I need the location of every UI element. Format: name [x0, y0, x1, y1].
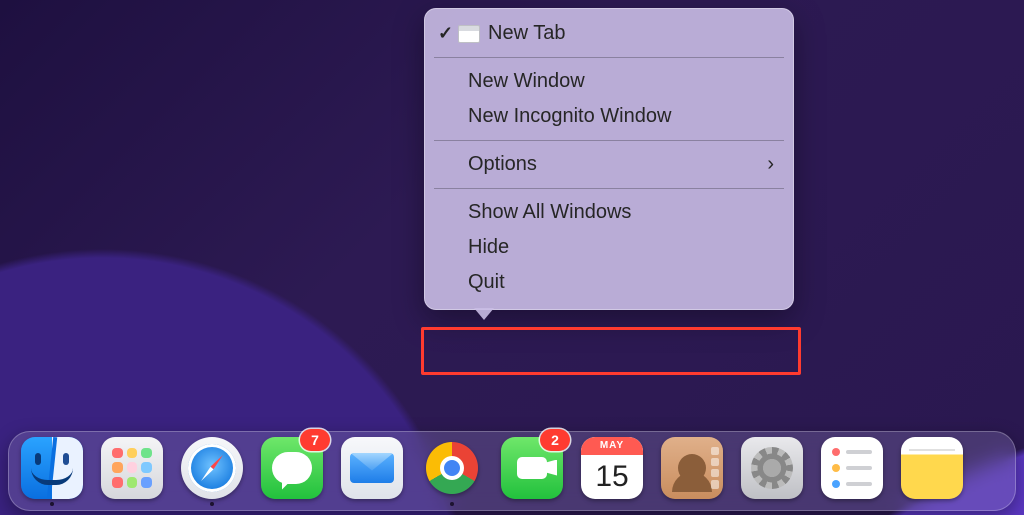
dock-app-finder[interactable] — [20, 435, 84, 507]
running-indicator — [50, 502, 54, 506]
calendar-day: 15 — [581, 455, 643, 499]
safari-icon — [181, 437, 243, 499]
dock-context-menu: ✓ New Tab New Window New Incognito Windo… — [424, 8, 794, 310]
menu-item-new-window[interactable]: New Window — [424, 64, 794, 99]
menu-item-label: New Window — [468, 70, 585, 93]
dock-app-launchpad[interactable] — [100, 435, 164, 507]
dock-app-reminders[interactable] — [820, 435, 884, 507]
dock-app-calendar[interactable]: MAY 15 — [580, 435, 644, 507]
dock-app-chrome[interactable] — [420, 435, 484, 507]
calendar-icon: MAY 15 — [581, 437, 643, 499]
dock-app-notes[interactable] — [900, 435, 964, 507]
finder-icon — [21, 437, 83, 499]
menu-separator — [434, 57, 784, 58]
dock-app-safari[interactable] — [180, 435, 244, 507]
reminders-icon — [821, 437, 883, 499]
menu-item-label: Show All Windows — [468, 201, 631, 224]
menu-item-options[interactable]: Options › — [424, 147, 794, 182]
settings-icon — [741, 437, 803, 499]
checkmark-icon: ✓ — [438, 23, 453, 44]
menu-item-label: New Incognito Window — [468, 105, 671, 128]
running-indicator — [450, 502, 454, 506]
contacts-icon — [661, 437, 723, 499]
dock-app-settings[interactable] — [740, 435, 804, 507]
dock-container: 7 2 MAY 15 — [8, 423, 1016, 511]
notes-icon — [901, 437, 963, 499]
menu-item-hide[interactable]: Hide — [424, 230, 794, 265]
launchpad-icon — [101, 437, 163, 499]
menu-item-show-all-windows[interactable]: Show All Windows — [424, 195, 794, 230]
menu-item-label: Options — [468, 153, 537, 176]
dock-app-mail[interactable] — [340, 435, 404, 507]
notification-badge: 7 — [300, 429, 330, 451]
dock-app-facetime[interactable]: 2 — [500, 435, 564, 507]
menu-separator — [434, 188, 784, 189]
dock-app-contacts[interactable] — [660, 435, 724, 507]
menu-item-label: Hide — [468, 236, 509, 259]
chevron-right-icon: › — [767, 153, 774, 176]
menu-item-label: New Tab — [488, 22, 565, 45]
window-icon — [458, 25, 480, 43]
dock-app-messages[interactable]: 7 — [260, 435, 324, 507]
menu-separator — [434, 140, 784, 141]
calendar-month: MAY — [581, 437, 643, 455]
menu-item-new-tab[interactable]: ✓ New Tab — [424, 16, 794, 51]
dock: 7 2 MAY 15 — [8, 431, 1016, 511]
notification-badge: 2 — [540, 429, 570, 451]
menu-item-quit[interactable]: Quit — [424, 265, 794, 300]
running-indicator — [210, 502, 214, 506]
menu-item-new-incognito[interactable]: New Incognito Window — [424, 99, 794, 134]
chrome-icon — [426, 442, 478, 494]
menu-item-label: Quit — [468, 271, 505, 294]
mail-icon — [341, 437, 403, 499]
